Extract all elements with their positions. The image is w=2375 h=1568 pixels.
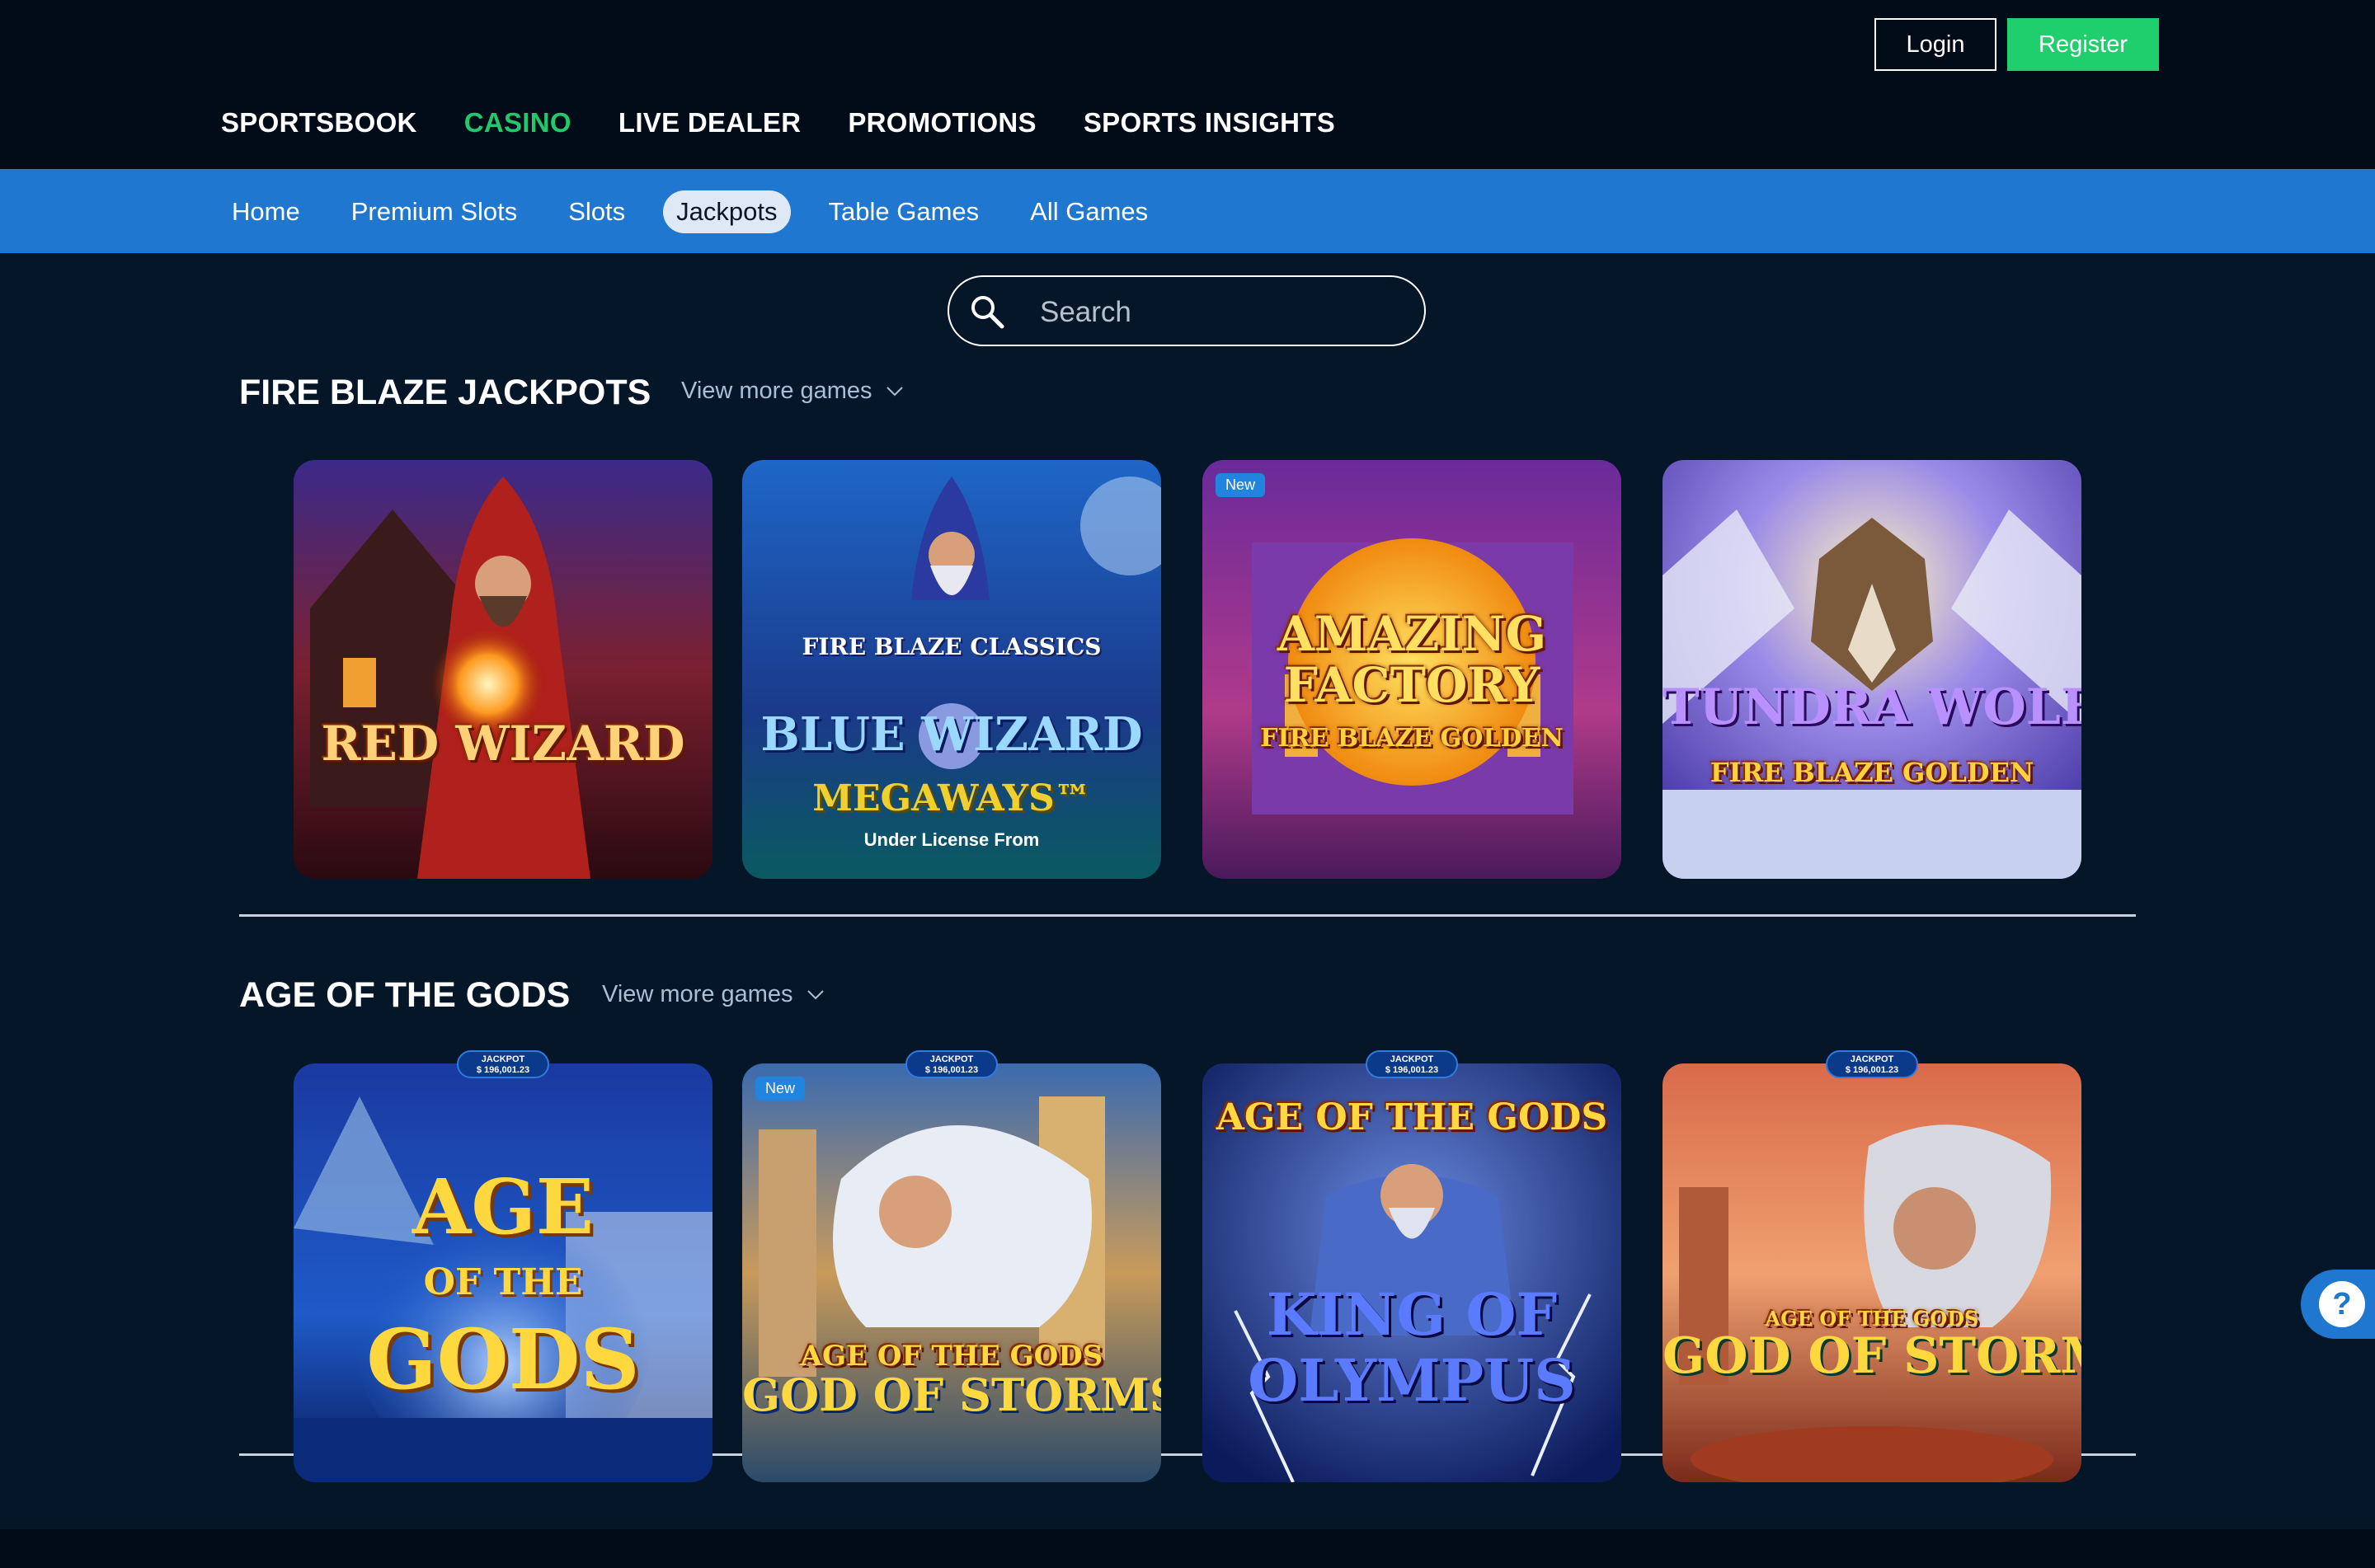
chevron-down-icon	[807, 989, 824, 999]
register-button[interactable]: Register	[2007, 18, 2159, 71]
subnav-slots[interactable]: Slots	[555, 190, 638, 233]
game-logo-text: AGE	[412, 1162, 595, 1251]
game-card-tundra-wolf[interactable]: TUNDRA WOLF FIRE BLAZE GOLDEN	[1662, 460, 2081, 879]
game-logo-text: RED WIZARD	[321, 716, 685, 772]
game-card-age-of-the-gods[interactable]: AGE OF THE GODS	[294, 1063, 712, 1482]
main-nav-casino[interactable]: CASINO	[464, 107, 571, 138]
game-art-god-of-storms	[1662, 1063, 2081, 1482]
search-box[interactable]	[948, 275, 1426, 346]
game-card-red-wizard[interactable]: RED WIZARD	[294, 460, 712, 879]
game-card-amazing-factory[interactable]: AMAZING FACTORY FIRE BLAZE GOLDEN New	[1202, 460, 1621, 879]
jackpot-badge: JACKPOT $ 196,001.23	[1366, 1050, 1458, 1078]
subnav-home[interactable]: Home	[219, 190, 313, 233]
footer-band	[0, 1529, 2375, 1568]
main-nav: SPORTSBOOK CASINO LIVE DEALER PROMOTIONS…	[221, 107, 1335, 138]
game-extra-text: MEGAWAYS™	[812, 777, 1091, 819]
jackpot-badge: JACKPOT $ 196,001.23	[1826, 1050, 1918, 1078]
game-logo-text: KING OF OLYMPUS	[1248, 1280, 1576, 1415]
new-badge: New	[1216, 473, 1266, 497]
view-more-age-of-the-gods[interactable]: View more games	[602, 981, 825, 1008]
view-more-fire-blaze[interactable]: View more games	[681, 378, 904, 405]
section-title-fire-blaze: FIRE BLAZE JACKPOTS	[239, 373, 651, 412]
game-card-god-of-storms[interactable]: AGE OF THE GODS GOD OF STORMS	[1662, 1063, 2081, 1482]
view-more-label: View more games	[602, 981, 793, 1007]
jackpot-badge: JACKPOT $ 196,001.23	[457, 1050, 549, 1078]
search-icon	[971, 296, 1004, 329]
game-sub-text: FIRE BLAZE GOLDEN	[1710, 757, 2034, 788]
main-nav-live-dealer[interactable]: LIVE DEALER	[618, 107, 802, 138]
subnav-table-games[interactable]: Table Games	[816, 190, 993, 233]
game-sub-text: FIRE BLAZE CLASSICS	[802, 633, 1102, 660]
login-button[interactable]: Login	[1874, 18, 1996, 71]
game-art-red-wizard	[294, 460, 712, 879]
game-license-text: Under License From	[863, 829, 1040, 850]
game-logo-text: GOD OF STORMS	[742, 1368, 1161, 1421]
game-card-god-of-storms-2[interactable]: AGE OF THE GODS GOD OF STORMS New	[742, 1063, 1161, 1482]
subnav-jackpots[interactable]: Jackpots	[663, 190, 791, 233]
game-card-blue-wizard[interactable]: FIRE BLAZE CLASSICS BLUE WIZARD MEGAWAYS…	[742, 460, 1161, 879]
jackpot-badge: JACKPOT $ 196,001.23	[905, 1050, 998, 1078]
section-title-age-of-the-gods: AGE OF THE GODS	[239, 975, 571, 1015]
game-sub-text: FIRE BLAZE GOLDEN	[1260, 724, 1564, 753]
game-logo-text: GODS	[366, 1311, 640, 1408]
help-button[interactable]: ?	[2301, 1270, 2375, 1339]
game-logo-text: AMAZING FACTORY	[1277, 606, 1547, 713]
game-logo-text: OF THE	[423, 1261, 583, 1303]
game-sub-text: AGE OF THE GODS	[800, 1340, 1103, 1373]
game-logo-text: BLUE WIZARD	[760, 707, 1143, 762]
game-logo-text: GOD OF STORMS	[1662, 1327, 2081, 1385]
subnav-premium-slots[interactable]: Premium Slots	[338, 190, 531, 233]
top-bar: Login Register SPORTSBOOK CASINO LIVE DE…	[0, 0, 2375, 169]
new-badge: New	[755, 1077, 806, 1101]
main-nav-promotions[interactable]: PROMOTIONS	[848, 107, 1037, 138]
game-sub-text: AGE OF THE GODS	[1216, 1096, 1608, 1138]
game-art-tundra-wolf	[1662, 460, 2081, 879]
help-icon: ?	[2319, 1281, 2365, 1327]
main-nav-sports-insights[interactable]: SPORTS INSIGHTS	[1084, 107, 1335, 138]
view-more-label: View more games	[681, 378, 872, 404]
casino-subnav: Home Premium Slots Slots Jackpots Table …	[0, 169, 2375, 253]
section-divider	[239, 914, 2136, 917]
subnav-all-games[interactable]: All Games	[1017, 190, 1161, 233]
game-logo-text: TUNDRA WOLF	[1662, 678, 2081, 736]
search-input[interactable]	[1038, 290, 1404, 335]
chevron-down-icon	[886, 386, 903, 396]
main-nav-sportsbook[interactable]: SPORTSBOOK	[221, 107, 417, 138]
game-card-king-of-olympus[interactable]: AGE OF THE GODS KING OF OLYMPUS	[1202, 1063, 1621, 1482]
